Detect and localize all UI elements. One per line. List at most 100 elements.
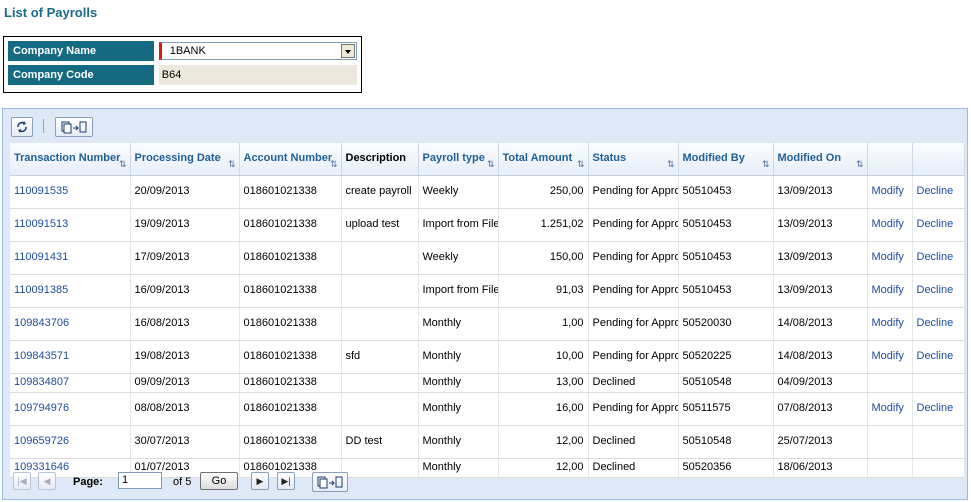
modified-by-cell: 50510453: [678, 175, 774, 209]
processing-date-cell: 30/07/2013: [134, 435, 190, 447]
processing-date-cell: 16/08/2013: [130, 307, 240, 341]
column-header-payroll-type[interactable]: Payroll type ⇅: [418, 143, 499, 176]
account-number-cell: 018601021338: [239, 307, 342, 341]
prev-page-button[interactable]: ◀: [38, 472, 56, 490]
modify-link[interactable]: Modify: [872, 350, 904, 362]
total-amount-cell: 10,00: [498, 340, 589, 374]
column-header-processing-date[interactable]: Processing Date ⇅: [130, 143, 240, 176]
column-header-status[interactable]: Status ⇅: [588, 143, 679, 176]
column-header-transaction-number[interactable]: Transaction Number ⇅: [10, 143, 131, 176]
transaction-number-link[interactable]: 110091513: [14, 218, 68, 230]
payroll-type-cell: Monthly: [422, 435, 462, 447]
page-number-input[interactable]: 1: [118, 472, 162, 489]
sort-icon[interactable]: ⇅: [330, 158, 338, 171]
go-button[interactable]: Go: [200, 472, 238, 490]
modified-by-cell: 50520030: [682, 317, 732, 329]
modified-by-cell: 50510548: [678, 425, 774, 459]
total-amount-cell: 250,00: [549, 185, 584, 197]
payroll-type-cell: Monthly: [418, 340, 499, 374]
column-header-description: Description: [341, 143, 419, 176]
next-page-icon: ▶: [256, 476, 264, 486]
decline-link[interactable]: Decline: [917, 251, 954, 263]
modify-link[interactable]: Modify: [872, 317, 904, 329]
column-header-account-number[interactable]: Account Number ⇅: [239, 143, 342, 176]
account-number-cell: 018601021338: [243, 435, 317, 447]
account-number-cell: 018601021338: [239, 208, 342, 242]
payroll-type-cell: Monthly: [422, 317, 462, 329]
processing-date-cell: 17/09/2013: [134, 251, 190, 263]
description-cell: [341, 307, 419, 341]
modify-cell: Modify: [867, 241, 913, 275]
sort-icon[interactable]: ⇅: [228, 158, 236, 171]
column-header-label: Total Amount: [502, 152, 573, 165]
last-page-button[interactable]: ▶|: [277, 472, 295, 490]
modified-by-cell: 50520030: [678, 307, 774, 341]
total-amount-cell: 91,03: [498, 274, 589, 308]
column-header-modified-by[interactable]: Modified By ⇅: [678, 143, 774, 176]
export-button[interactable]: [55, 117, 93, 137]
company-name-select[interactable]: 1BANK: [158, 42, 357, 60]
account-number-cell: 018601021338: [243, 185, 317, 197]
processing-date-cell: 09/09/2013: [134, 376, 190, 388]
transaction-number-link[interactable]: 109659726: [14, 435, 69, 447]
modified-on-cell: 25/07/2013: [777, 435, 833, 447]
decline-link[interactable]: Decline: [917, 218, 954, 230]
modify-link[interactable]: Modify: [872, 251, 904, 263]
status-cell: Pending for Approval: [592, 185, 678, 197]
sort-icon[interactable]: ⇅: [577, 158, 585, 171]
modified-on-cell: 13/09/2013: [777, 251, 833, 263]
processing-date-cell: 19/09/2013: [134, 218, 190, 230]
status-cell: Pending for Approval: [588, 208, 679, 242]
transaction-number-link[interactable]: 110091535: [14, 185, 68, 197]
modify-link[interactable]: Modify: [872, 402, 904, 414]
total-amount-cell: 1,00: [562, 317, 584, 329]
modify-link[interactable]: Modify: [872, 218, 904, 230]
company-name-value: 1BANK: [169, 45, 206, 57]
page-title: List of Payrolls: [4, 5, 98, 20]
payroll-type-cell: Monthly: [422, 350, 462, 362]
payroll-table: Transaction Number ⇅ Processing Date ⇅ Accou…: [10, 143, 965, 478]
decline-link[interactable]: Decline: [917, 350, 954, 362]
modified-on-cell: 25/07/2013: [773, 425, 868, 459]
modified-on-cell: 07/08/2013: [777, 402, 833, 414]
modify-link[interactable]: Modify: [872, 284, 904, 296]
decline-cell: [912, 425, 965, 459]
modify-link[interactable]: Modify: [872, 185, 904, 197]
modified-by-cell: 50510453: [678, 241, 774, 275]
payroll-type-cell: Monthly: [418, 425, 499, 459]
refresh-button[interactable]: [11, 117, 33, 137]
table-row: 110091385 16/09/2013 018601021338 Import fr…: [10, 274, 965, 308]
decline-cell: Decline: [912, 340, 965, 374]
decline-link[interactable]: Decline: [917, 317, 954, 329]
status-cell: Pending for Approval: [588, 241, 679, 275]
column-header-modified-on[interactable]: Modified On ⇅: [773, 143, 868, 176]
sort-icon[interactable]: ⇅: [667, 158, 675, 171]
payroll-type-cell: Weekly: [422, 251, 459, 263]
chevron-down-icon[interactable]: [341, 44, 355, 58]
total-amount-cell: 16,00: [555, 402, 584, 414]
sort-icon[interactable]: ⇅: [762, 158, 770, 171]
transaction-number-link[interactable]: 109843571: [14, 350, 69, 362]
payroll-type-cell: Weekly: [418, 175, 499, 209]
payroll-type-cell: Import from File: [418, 274, 499, 308]
column-header-total-amount[interactable]: Total Amount ⇅: [498, 143, 589, 176]
transaction-number-link[interactable]: 109834807: [14, 376, 69, 388]
first-page-icon: |◀: [17, 476, 27, 486]
pager-export-button[interactable]: [312, 472, 348, 492]
transaction-number-link[interactable]: 109794976: [14, 402, 69, 414]
sort-icon[interactable]: ⇅: [487, 158, 495, 171]
transaction-number-link[interactable]: 109843706: [14, 317, 69, 329]
sort-icon[interactable]: ⇅: [119, 158, 127, 171]
processing-date-cell: 16/09/2013: [134, 284, 190, 296]
first-page-button[interactable]: |◀: [13, 472, 31, 490]
decline-link[interactable]: Decline: [917, 284, 954, 296]
account-number-cell: 018601021338: [243, 350, 317, 362]
next-page-button[interactable]: ▶: [251, 472, 269, 490]
transaction-number-link[interactable]: 110091431: [14, 251, 68, 263]
transaction-number-link[interactable]: 110091385: [14, 284, 68, 296]
status-cell: Pending for Approval: [592, 251, 678, 263]
decline-link[interactable]: Decline: [917, 185, 954, 197]
sort-icon[interactable]: ⇅: [856, 158, 864, 171]
modified-by-cell: 50510453: [682, 185, 732, 197]
decline-link[interactable]: Decline: [917, 402, 954, 414]
